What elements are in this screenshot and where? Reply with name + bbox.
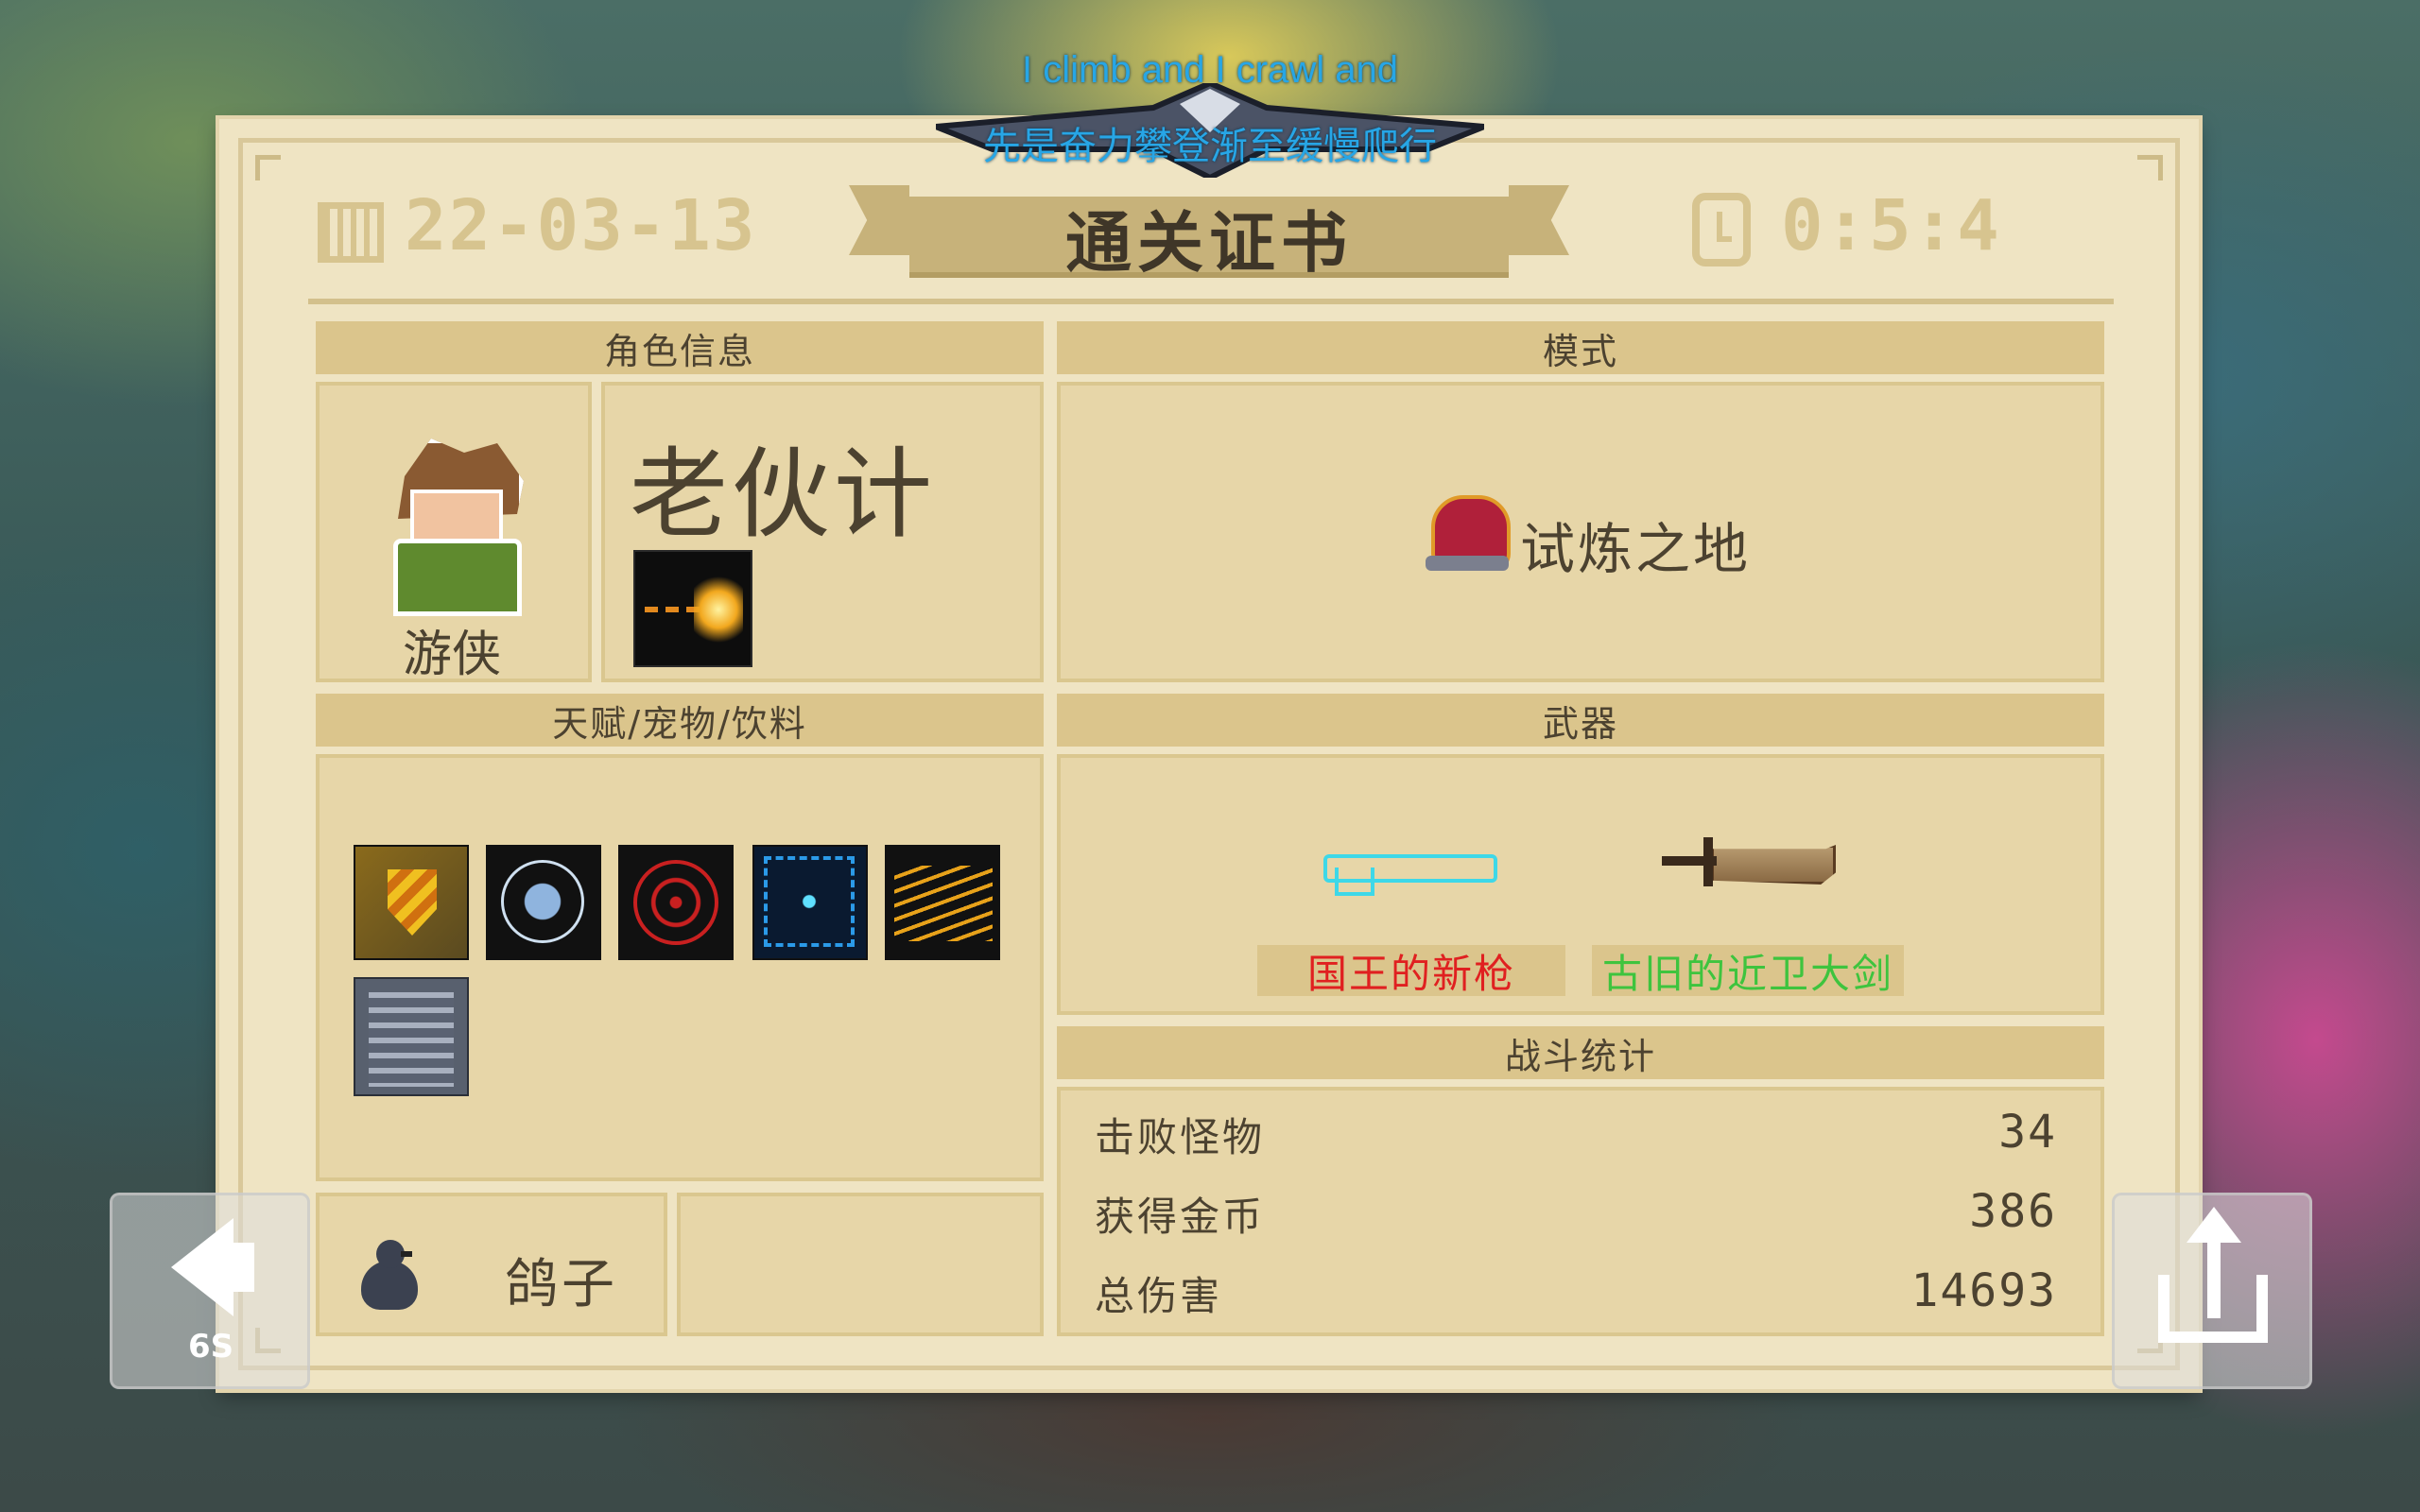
game-mode-name: 试炼之地 <box>1520 517 1752 581</box>
weapons-panel <box>1057 754 2104 1015</box>
calendar-icon <box>318 202 384 263</box>
certificate-title-banner: 通关证书 <box>909 197 1509 282</box>
clock-icon <box>1692 193 1751 266</box>
demon-helmet-icon <box>1426 490 1511 575</box>
weapons-header: 武器 <box>1057 694 2104 747</box>
drink-panel <box>677 1193 1044 1336</box>
share-button[interactable] <box>2112 1193 2312 1389</box>
back-arrow-icon <box>171 1218 233 1316</box>
golden-shield-icon <box>354 845 469 960</box>
back-button[interactable]: 6S <box>110 1193 310 1389</box>
certificate-title: 通关证书 <box>1065 203 1353 282</box>
stat-label-gold: 获得金币 <box>1095 1194 1266 1240</box>
hero-skin-name: 老伙计 <box>630 437 937 552</box>
mode-header: 模式 <box>1057 321 2104 374</box>
invisible-gun-icon <box>1323 835 1497 896</box>
subtitle-line-2: 先是奋力攀登渐至缓慢爬行 <box>983 126 1437 167</box>
combat-stats-header: 战斗统计 <box>1057 1026 2104 1079</box>
header-divider <box>308 299 2114 304</box>
run-date: 22-03-13 <box>405 185 757 266</box>
share-arrow-icon <box>2187 1207 2241 1243</box>
red-crosshair-icon <box>618 845 734 960</box>
clipboard-icon <box>354 977 469 1096</box>
stat-label-damage: 总伤害 <box>1095 1273 1223 1319</box>
talents-panel <box>316 754 1044 1181</box>
weapon-name-2: 古旧的近卫大剑 <box>1592 945 1904 997</box>
character-info-header: 角色信息 <box>316 321 1044 374</box>
back-arrow-tail <box>232 1243 254 1292</box>
fire-shot-skill-icon <box>633 550 752 667</box>
stat-value-damage: 14693 <box>1910 1264 2057 1317</box>
lightning-icon <box>885 845 1000 960</box>
pet-name: 鸽子 <box>505 1254 618 1315</box>
blue-shield-icon <box>486 845 601 960</box>
stat-value-kills: 34 <box>1998 1106 2057 1159</box>
stat-label-kills: 击败怪物 <box>1095 1114 1266 1160</box>
stat-value-gold: 386 <box>1969 1185 2057 1238</box>
back-countdown: 6S <box>188 1328 234 1366</box>
pigeon-icon <box>355 1240 424 1321</box>
run-time: 0:5:4 <box>1781 185 2001 266</box>
weapon-name-1: 国王的新枪 <box>1257 945 1565 997</box>
hero-class: 游侠 <box>402 627 501 683</box>
share-arrow-stem <box>2207 1235 2221 1318</box>
talents-header: 天赋/宠物/饮料 <box>316 694 1044 747</box>
ranger-hero-sprite <box>382 431 524 616</box>
blue-frame-icon <box>752 845 868 960</box>
guard-sword-icon <box>1662 837 1836 890</box>
